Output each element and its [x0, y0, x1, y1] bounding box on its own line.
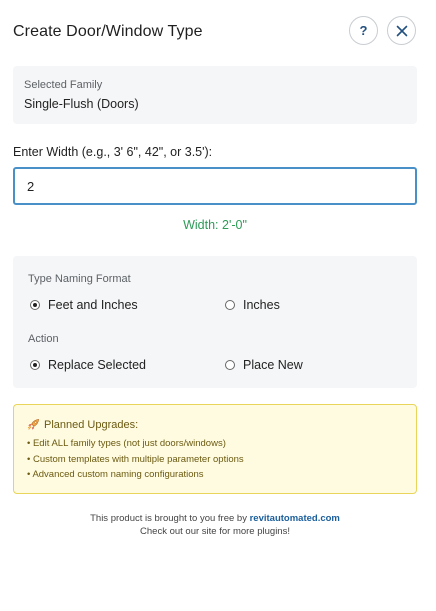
planned-upgrades-notice: Planned Upgrades: • Edit ALL family type… [13, 404, 417, 494]
radio-unchecked-icon [225, 360, 235, 370]
radio-inches[interactable]: Inches [225, 298, 280, 312]
upgrade-item: • Custom templates with multiple paramet… [27, 454, 244, 465]
dialog-title: Create Door/Window Type [13, 23, 203, 40]
radio-place-new[interactable]: Place New [225, 358, 303, 372]
upgrade-item: • Edit ALL family types (not just doors/… [27, 438, 226, 449]
radio-checked-icon [30, 300, 40, 310]
options-panel: Type Naming Format Feet and Inches Inche… [13, 256, 417, 388]
website-link[interactable]: revitautomated.com [250, 513, 340, 524]
radio-replace-selected[interactable]: Replace Selected [30, 358, 146, 372]
upgrades-title-text: Planned Upgrades: [44, 418, 139, 431]
footer-prefix: This product is brought to you free by [90, 513, 250, 524]
dialog-header: Create Door/Window Type ? [13, 0, 423, 64]
help-icon: ? [359, 23, 368, 38]
naming-format-label: Type Naming Format [28, 273, 131, 285]
close-button[interactable] [387, 16, 416, 45]
radio-feet-and-inches[interactable]: Feet and Inches [30, 298, 138, 312]
footer: This product is brought to you free by r… [13, 512, 417, 538]
selected-family-panel: Selected Family Single-Flush (Doors) [13, 66, 417, 124]
width-preview: Width: 2'-0" [183, 218, 247, 232]
upgrade-item: • Advanced custom naming configurations [27, 469, 204, 480]
selected-family-value: Single-Flush (Doors) [24, 97, 139, 111]
radio-label: Replace Selected [48, 358, 146, 372]
action-label: Action [28, 333, 59, 345]
radio-label: Place New [243, 358, 303, 372]
selected-family-label: Selected Family [24, 79, 103, 91]
radio-label: Feet and Inches [48, 298, 138, 312]
radio-label: Inches [243, 298, 280, 312]
close-icon [396, 25, 407, 36]
help-button[interactable]: ? [349, 16, 378, 45]
footer-line-2: Check out our site for more plugins! [140, 526, 290, 537]
radio-unchecked-icon [225, 300, 235, 310]
upgrades-title: Planned Upgrades: [27, 418, 138, 431]
width-input[interactable] [13, 167, 417, 205]
rocket-icon [27, 419, 39, 430]
footer-line-1: This product is brought to you free by r… [13, 512, 417, 525]
width-label: Enter Width (e.g., 3' 6", 42", or 3.5'): [13, 145, 213, 159]
radio-checked-icon [30, 360, 40, 370]
